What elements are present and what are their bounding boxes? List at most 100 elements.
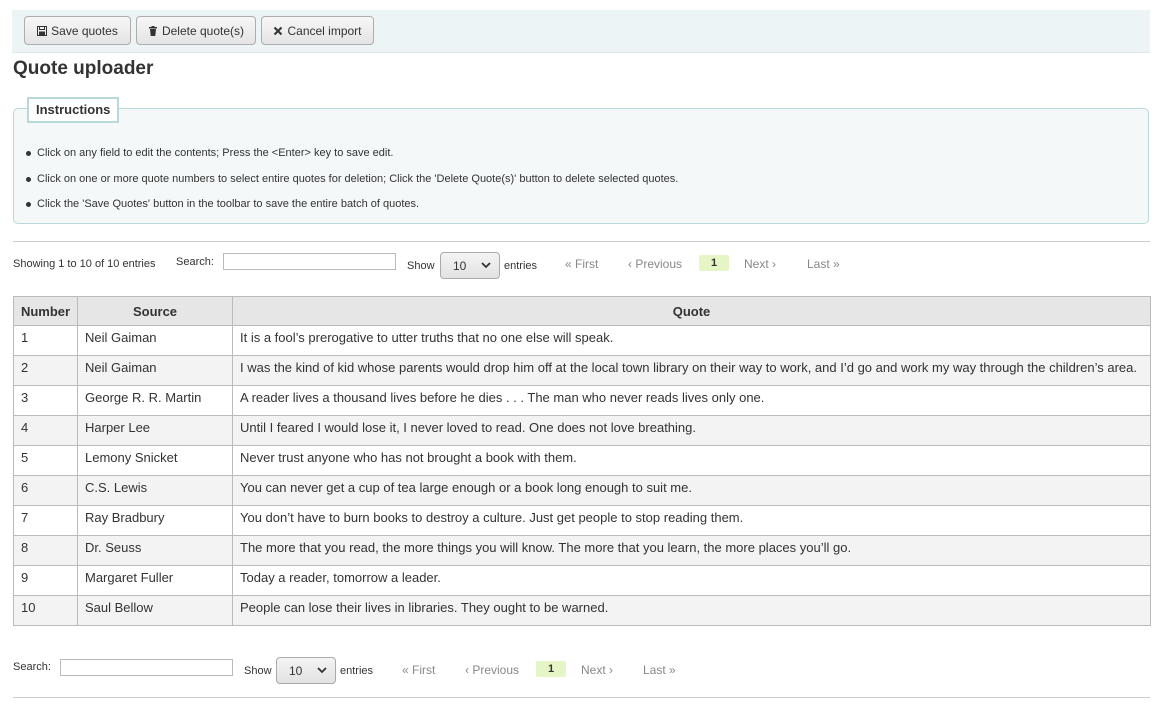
cancel-import-button[interactable]: Cancel import [261,16,374,45]
bottom-entries-select-value: 10 [289,663,303,678]
row-number[interactable]: 5 [13,445,78,476]
row-source[interactable]: George R. R. Martin [77,385,233,416]
bottom-show-label: Show [244,665,272,677]
row-quote[interactable]: People can lose their lives in libraries… [232,595,1151,626]
bottom-pagination-current-page[interactable]: 1 [536,661,566,677]
row-quote[interactable]: You can never get a cup of tea large eno… [232,475,1151,506]
table-row: 10 Saul Bellow People can lose their lives… [13,595,1151,626]
row-quote[interactable]: It is a fool’s prerogative to utter trut… [232,325,1151,356]
last-label: Last [643,663,666,677]
table-row: 6 C.S. Lewis You can never get a cup of te… [13,475,1151,506]
row-quote[interactable]: The more that you read, the more things … [232,535,1151,566]
table-row: 5 Lemony Snicket Never trust anyone who ha… [13,445,1151,476]
row-source[interactable]: Saul Bellow [77,595,233,626]
previous-label: Previous [635,257,683,271]
divider [13,697,1150,698]
close-icon [274,26,283,35]
search-input[interactable] [223,253,396,270]
bottom-entries-label: entries [340,665,374,677]
instruction-text: Click on one or more quote numbers to se… [37,173,679,185]
delete-quotes-button[interactable]: Delete quote(s) [136,16,256,45]
entries-label: entries [504,260,538,272]
instruction-text: Click on any field to edit the contents;… [37,147,394,159]
instruction-text: Click the 'Save Quotes' button in the to… [37,198,420,210]
bottom-pagination-last[interactable]: Last » [643,663,676,677]
search-label: Search: [176,256,214,268]
save-quotes-button[interactable]: Save quotes [24,16,131,45]
entries-select-value: 10 [453,258,467,273]
row-source[interactable]: Ray Bradbury [77,505,233,536]
instruction-item: Click on one or more quote numbers to se… [26,173,678,185]
row-number[interactable]: 8 [13,535,78,566]
bottom-pagination-previous[interactable]: ‹ Previous [465,663,519,677]
row-number[interactable]: 7 [13,505,78,536]
bullet-icon [26,176,31,182]
column-header-source[interactable]: Source [77,296,233,326]
bottom-pagination-first[interactable]: « First [402,663,435,677]
bottom-pagination-next[interactable]: Next › [581,663,613,677]
previous-label: Previous [472,663,520,677]
instructions-legend: Instructions [27,97,120,123]
first-label: First [412,663,436,677]
page-title: Quote uploader [13,58,154,79]
last-label: Last [807,257,830,271]
row-quote[interactable]: A reader lives a thousand lives before h… [232,385,1151,416]
table-row: 7 Ray Bradbury You don’t have to burn book… [13,505,1151,536]
row-number[interactable]: 2 [13,355,78,386]
table-row: 9 Margaret Fuller Today a reader, tomorrow… [13,565,1151,596]
row-source[interactable]: Neil Gaiman [77,355,233,386]
toolbar: Save quotes Delete quote(s) Cancel impor… [12,10,1150,53]
next-label: Next [744,257,769,271]
next-label: Next [581,663,606,677]
pagination-next[interactable]: Next › [744,257,776,271]
row-number[interactable]: 1 [13,325,78,356]
row-source[interactable]: Neil Gaiman [77,325,233,356]
table-row: 8 Dr. Seuss The more that you read, the mo… [13,535,1151,566]
entries-select[interactable]: 10 [440,252,500,279]
row-number[interactable]: 4 [13,415,78,446]
row-quote[interactable]: I was the kind of kid whose parents woul… [232,355,1151,386]
chevron-down-icon [481,262,491,269]
row-source[interactable]: Lemony Snicket [77,445,233,476]
bullet-icon [26,150,31,156]
row-source[interactable]: Harper Lee [77,415,233,446]
cancel-import-label: Cancel import [287,23,362,38]
instruction-item: Click on any field to edit the contents;… [26,147,393,159]
pagination-last[interactable]: Last » [807,257,840,271]
table-row: 1 Neil Gaiman It is a fool’s prerogative t… [13,325,1151,356]
pagination-first[interactable]: « First [565,257,598,271]
row-quote[interactable]: Today a reader, tomorrow a leader. [232,565,1151,596]
chevron-down-icon [317,667,327,674]
row-number[interactable]: 9 [13,565,78,596]
pagination-current-page[interactable]: 1 [699,255,729,271]
row-number[interactable]: 3 [13,385,78,416]
floppy-disk-icon [37,25,48,36]
quotes-table: Number Source Quote 1 Neil Gaiman It is a … [13,296,1151,626]
save-quotes-label: Save quotes [51,23,118,38]
pagination-previous[interactable]: ‹ Previous [628,257,682,271]
delete-quotes-label: Delete quote(s) [161,23,245,38]
first-label: First [575,257,599,271]
trash-icon [148,25,157,36]
instruction-item: Click the 'Save Quotes' button in the to… [26,198,419,210]
row-source[interactable]: Margaret Fuller [77,565,233,596]
column-header-number[interactable]: Number [13,296,78,326]
column-header-quote[interactable]: Quote [232,296,1151,326]
table-row: 4 Harper Lee Until I feared I would lose i… [13,415,1151,446]
bottom-search-label: Search: [13,661,51,673]
show-label: Show [407,260,435,272]
row-number[interactable]: 6 [13,475,78,506]
bottom-search-input[interactable] [60,659,233,676]
row-source[interactable]: Dr. Seuss [77,535,233,566]
divider [13,241,1150,242]
row-quote[interactable]: You don’t have to burn books to destroy … [232,505,1151,536]
bullet-icon [26,201,31,207]
row-quote[interactable]: Until I feared I would lose it, I never … [232,415,1151,446]
table-row: 2 Neil Gaiman I was the kind of kid whose … [13,355,1151,386]
bottom-entries-select[interactable]: 10 [276,657,336,684]
row-number[interactable]: 10 [13,595,78,626]
table-info: Showing 1 to 10 of 10 entries [13,258,156,270]
table-row: 3 George R. R. Martin A reader lives a tho… [13,385,1151,416]
row-quote[interactable]: Never trust anyone who has not brought a… [232,445,1151,476]
row-source[interactable]: C.S. Lewis [77,475,233,506]
